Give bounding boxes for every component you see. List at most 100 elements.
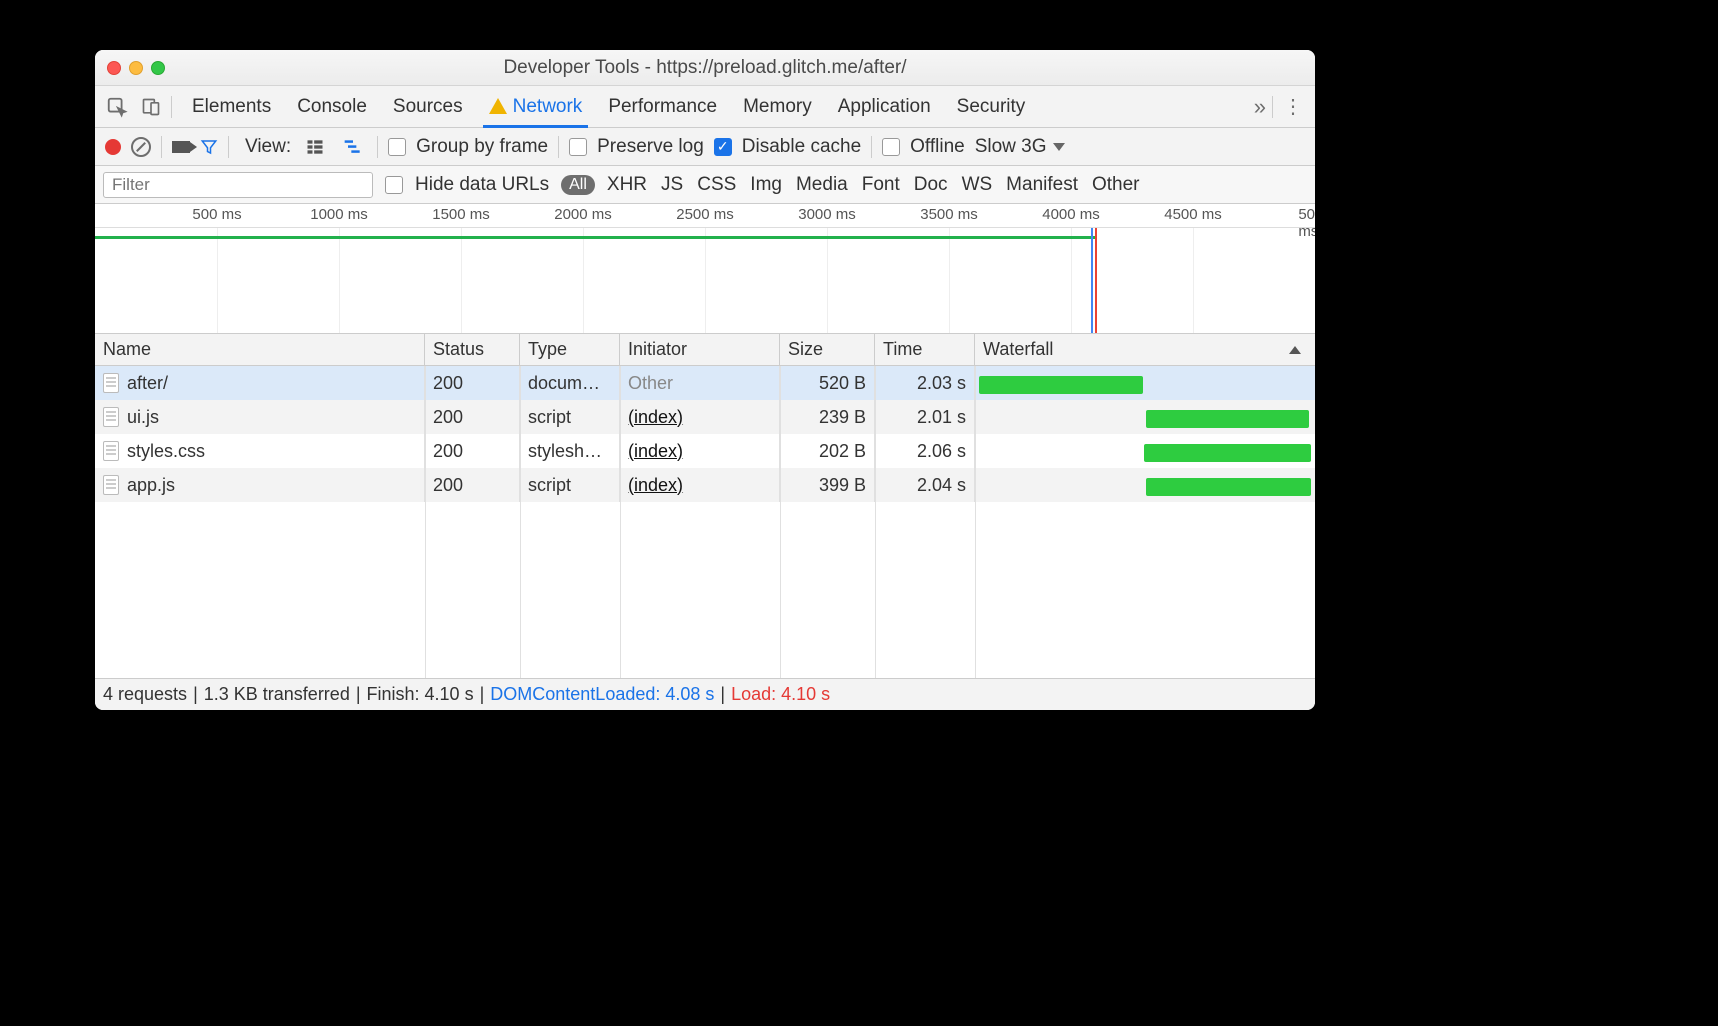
col-status[interactable]: Status	[425, 334, 520, 365]
group-by-frame-label: Group by frame	[416, 136, 548, 158]
tab-security[interactable]: Security	[957, 86, 1026, 127]
tab-sources[interactable]: Sources	[393, 86, 463, 127]
tab-network[interactable]: Network	[489, 86, 583, 127]
request-name: app.js	[127, 475, 175, 496]
overview-ticks: 500 ms1000 ms1500 ms2000 ms2500 ms3000 m…	[95, 204, 1315, 228]
cell-waterfall	[975, 468, 1315, 502]
panel-tabs: Elements Console Sources Network Performance…	[192, 86, 1025, 127]
cell-name: styles.css	[95, 434, 425, 468]
divider	[228, 136, 229, 158]
overview-tick: 3500 ms	[920, 206, 978, 223]
requests-table: Name Status Type Initiator Size Time Wat…	[95, 334, 1315, 678]
filter-type-other[interactable]: Other	[1092, 174, 1140, 196]
window-close-icon[interactable]	[107, 61, 121, 75]
cell-size: 399 B	[780, 468, 875, 502]
request-name: ui.js	[127, 407, 159, 428]
screenshot-icon[interactable]	[172, 141, 190, 153]
col-time[interactable]: Time	[875, 334, 975, 365]
cell-status: 200	[425, 468, 520, 502]
hide-data-urls-checkbox[interactable]	[385, 176, 403, 194]
table-row[interactable]: styles.css200stylesh…(index)202 B2.06 s	[95, 434, 1315, 468]
inspect-element-icon[interactable]	[103, 93, 131, 121]
cell-type: stylesh…	[520, 434, 620, 468]
cell-waterfall	[975, 366, 1315, 400]
filter-type-xhr[interactable]: XHR	[607, 174, 647, 196]
col-waterfall[interactable]: Waterfall	[975, 334, 1315, 365]
clear-icon[interactable]	[131, 137, 151, 157]
tab-elements[interactable]: Elements	[192, 86, 271, 127]
kebab-menu-icon[interactable]: ⋮	[1279, 94, 1307, 119]
cell-type: script	[520, 400, 620, 434]
overview-domcontentloaded-marker	[1091, 228, 1093, 333]
tab-label: Network	[513, 96, 583, 118]
tab-performance[interactable]: Performance	[608, 86, 717, 127]
cell-size: 239 B	[780, 400, 875, 434]
window-title: Developer Tools - https://preload.glitch…	[95, 57, 1315, 79]
throttling-select[interactable]: Slow 3G	[975, 136, 1065, 158]
filter-types: XHR JS CSS Img Media Font Doc WS Manifest Other	[607, 174, 1140, 196]
footer-finish: Finish: 4.10 s	[367, 684, 474, 705]
request-name: after/	[127, 373, 168, 394]
footer-domcontentloaded: DOMContentLoaded: 4.08 s	[490, 684, 714, 705]
cell-initiator: (index)	[620, 400, 780, 434]
divider	[1272, 96, 1273, 118]
tab-application[interactable]: Application	[838, 86, 931, 127]
waterfall-bar	[1146, 478, 1311, 496]
filter-row: Hide data URLs All XHR JS CSS Img Media Font D…	[95, 166, 1315, 204]
filter-type-ws[interactable]: WS	[962, 174, 993, 196]
cell-initiator-value[interactable]: (index)	[628, 475, 683, 496]
filter-input[interactable]	[103, 172, 373, 198]
preserve-log-checkbox[interactable]	[569, 138, 587, 156]
filter-type-css[interactable]: CSS	[697, 174, 736, 196]
more-tabs-icon[interactable]: »	[1254, 94, 1266, 120]
network-toolbar: View: Group by frame Preserve log ✓ Disa…	[95, 128, 1315, 166]
disable-cache-checkbox[interactable]: ✓	[714, 138, 732, 156]
table-row[interactable]: app.js200script(index)399 B2.04 s	[95, 468, 1315, 502]
hide-data-urls-label: Hide data URLs	[415, 174, 549, 196]
overview-tick: 2500 ms	[676, 206, 734, 223]
devtools-window: Developer Tools - https://preload.glitch…	[95, 50, 1315, 710]
overview-tick: 500 ms	[192, 206, 241, 223]
filter-type-font[interactable]: Font	[862, 174, 900, 196]
large-rows-icon[interactable]	[301, 133, 329, 161]
table-row[interactable]: after/200docum…Other520 B2.03 s	[95, 366, 1315, 400]
cell-status: 200	[425, 400, 520, 434]
filter-type-all[interactable]: All	[561, 175, 595, 195]
cell-initiator-value[interactable]: (index)	[628, 407, 683, 428]
filter-toggle-icon[interactable]	[200, 138, 218, 156]
col-size[interactable]: Size	[780, 334, 875, 365]
overview-tick: 3000 ms	[798, 206, 856, 223]
window-maximize-icon[interactable]	[151, 61, 165, 75]
col-name[interactable]: Name	[95, 334, 425, 365]
tab-label: Elements	[192, 96, 271, 118]
timeline-overview[interactable]: 500 ms1000 ms1500 ms2000 ms2500 ms3000 m…	[95, 204, 1315, 334]
filter-type-manifest[interactable]: Manifest	[1006, 174, 1078, 196]
table-row[interactable]: ui.js200script(index)239 B2.01 s	[95, 400, 1315, 434]
filter-type-doc[interactable]: Doc	[914, 174, 948, 196]
cell-type: docum…	[520, 366, 620, 400]
cell-name: after/	[95, 366, 425, 400]
waterfall-bar	[1146, 410, 1309, 428]
tab-memory[interactable]: Memory	[743, 86, 812, 127]
divider	[558, 136, 559, 158]
traffic-lights	[107, 61, 165, 75]
filter-type-js[interactable]: JS	[661, 174, 683, 196]
waterfall-view-icon[interactable]	[339, 133, 367, 161]
col-type[interactable]: Type	[520, 334, 620, 365]
cell-name: ui.js	[95, 400, 425, 434]
record-icon[interactable]	[105, 139, 121, 155]
window-minimize-icon[interactable]	[129, 61, 143, 75]
tab-label: Memory	[743, 96, 812, 118]
file-icon	[103, 407, 119, 427]
overview-request-span	[95, 236, 1095, 239]
cell-initiator-value[interactable]: (index)	[628, 441, 683, 462]
tab-console[interactable]: Console	[297, 86, 367, 127]
group-by-frame-checkbox[interactable]	[388, 138, 406, 156]
col-initiator[interactable]: Initiator	[620, 334, 780, 365]
device-toggle-icon[interactable]	[137, 93, 165, 121]
cell-waterfall	[975, 400, 1315, 434]
filter-type-img[interactable]: Img	[750, 174, 782, 196]
filter-type-media[interactable]: Media	[796, 174, 848, 196]
offline-checkbox[interactable]	[882, 138, 900, 156]
tab-label: Performance	[608, 96, 717, 118]
